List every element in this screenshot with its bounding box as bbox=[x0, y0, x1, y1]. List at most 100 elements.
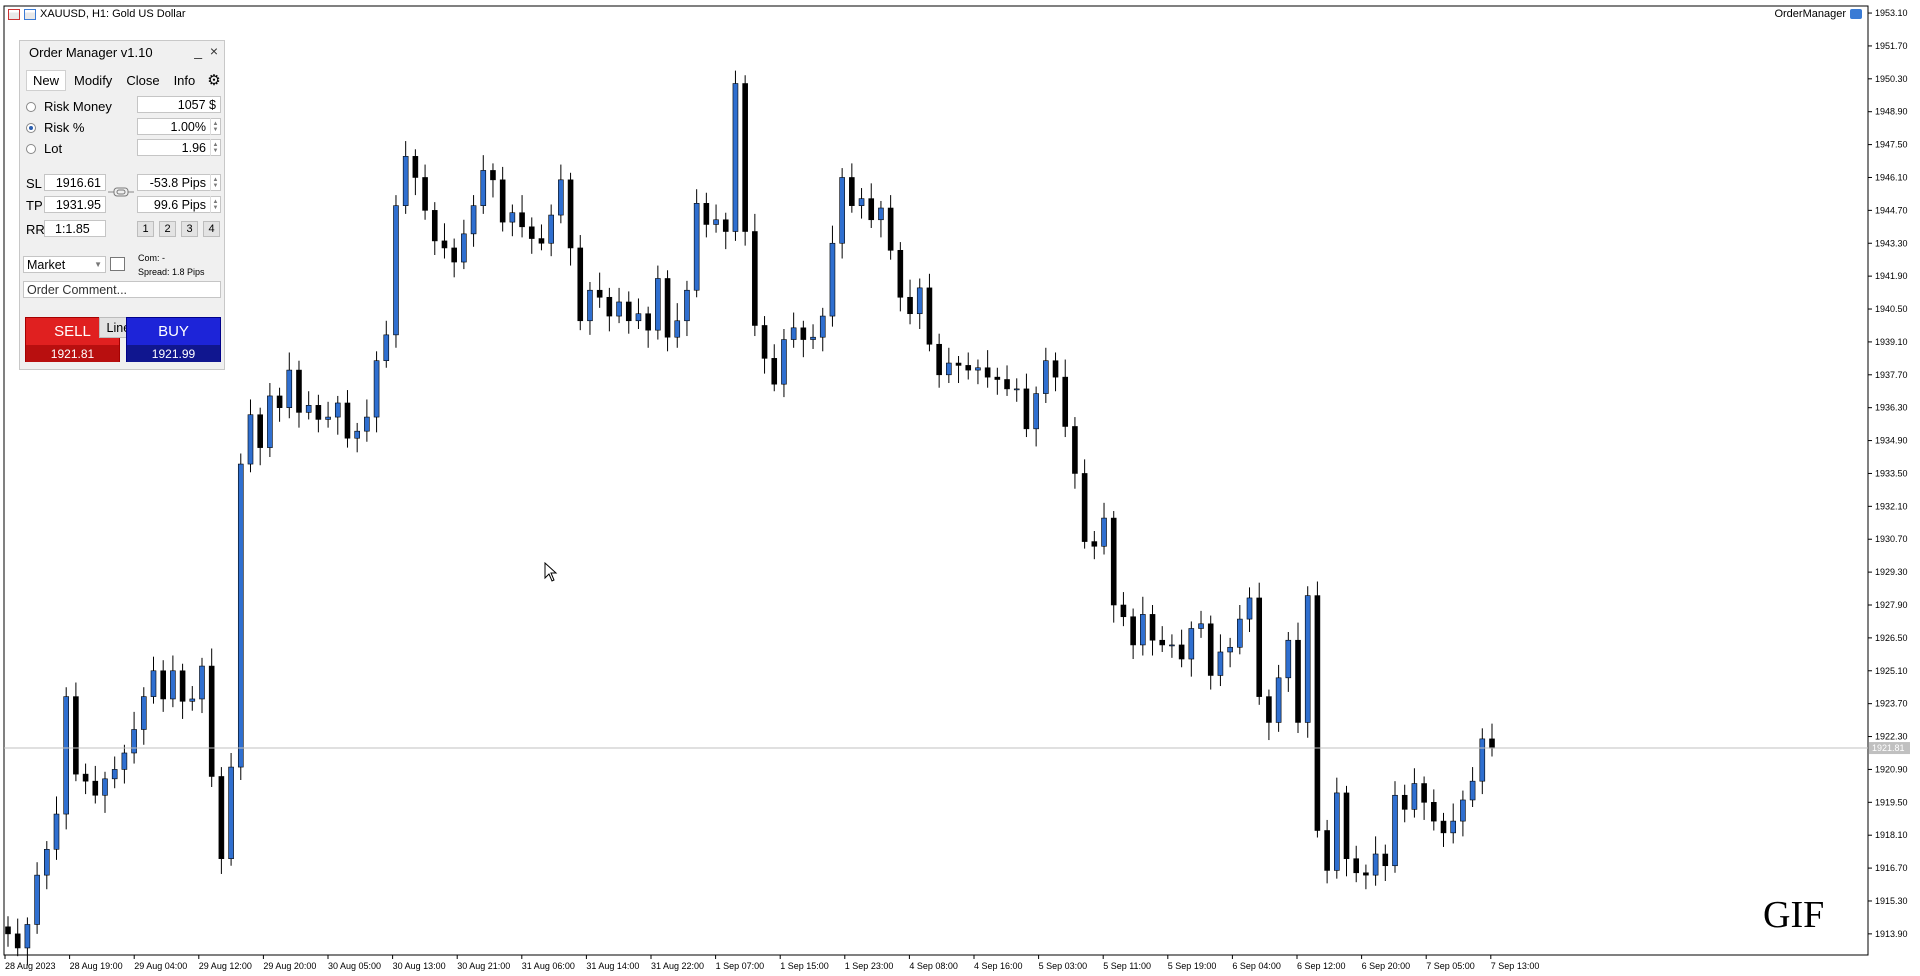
x-tick-label: 6 Sep 12:00 bbox=[1297, 961, 1346, 971]
x-tick-label: 30 Aug 13:00 bbox=[393, 961, 446, 971]
panel-titlebar[interactable]: Order Manager v1.10 _ × bbox=[20, 41, 224, 63]
candle-body bbox=[897, 249, 904, 298]
rr-button-3[interactable]: 3 bbox=[181, 221, 198, 237]
chart-window-icon bbox=[8, 8, 20, 20]
candle-body bbox=[1227, 646, 1233, 653]
tab-modify[interactable]: Modify bbox=[68, 71, 118, 90]
lot-option[interactable]: Lot bbox=[26, 141, 62, 156]
x-tick-label: 7 Sep 13:00 bbox=[1491, 961, 1540, 971]
rr-button-2[interactable]: 2 bbox=[159, 221, 176, 237]
tab-info[interactable]: Info bbox=[168, 71, 202, 90]
candle-body bbox=[451, 247, 457, 263]
tp-spinner[interactable]: ▲ ▼ bbox=[210, 196, 220, 213]
y-tick-label: 1953.10 bbox=[1875, 8, 1908, 18]
gear-icon[interactable]: ⚙ bbox=[207, 71, 220, 89]
y-tick-label: 1947.50 bbox=[1875, 140, 1908, 150]
candle-body bbox=[819, 315, 826, 338]
x-tick-label: 4 Sep 08:00 bbox=[909, 961, 958, 971]
y-tick-label: 1922.30 bbox=[1875, 732, 1908, 742]
link-icon[interactable] bbox=[108, 181, 134, 203]
order-type-select[interactable]: Market ▼ bbox=[23, 256, 106, 273]
minimize-button[interactable]: _ bbox=[194, 43, 202, 59]
candle-body bbox=[1295, 639, 1301, 723]
y-tick-label: 1929.30 bbox=[1875, 567, 1908, 577]
candle-body bbox=[1188, 628, 1195, 660]
panel-tabs: New Modify Close Info ⚙ bbox=[26, 69, 224, 91]
x-tick-label: 31 Aug 14:00 bbox=[586, 961, 639, 971]
candle-body bbox=[140, 696, 147, 730]
candle-body bbox=[519, 212, 525, 228]
price-chart[interactable]: 1953.10 1951.70 1950.30 1948.90 1947.50 1946.… bbox=[0, 0, 1920, 976]
candle-body bbox=[334, 402, 341, 418]
order-manager-panel[interactable]: Order Manager v1.10 _ × New Modify Close… bbox=[19, 40, 225, 370]
candle-body bbox=[364, 416, 370, 432]
candle-body bbox=[994, 376, 1001, 380]
rr-button-4[interactable]: 4 bbox=[203, 221, 220, 237]
buy-button[interactable]: BUY 1921.99 bbox=[126, 317, 221, 362]
y-tick-label: 1951.70 bbox=[1875, 41, 1908, 51]
order-comment-input[interactable]: Order Comment... bbox=[23, 281, 221, 298]
lot-radio[interactable] bbox=[26, 143, 36, 154]
risk-percent-radio[interactable] bbox=[26, 122, 36, 133]
y-tick-label: 1916.70 bbox=[1875, 863, 1908, 873]
y-tick-label: 1919.50 bbox=[1875, 797, 1908, 807]
spread-text: Spread: 1.8 Pips bbox=[138, 267, 205, 277]
close-icon[interactable]: × bbox=[210, 43, 218, 59]
candle-body bbox=[325, 416, 331, 420]
risk-money-input[interactable]: 1057 $ bbox=[137, 96, 221, 113]
candle-body bbox=[1353, 858, 1360, 874]
risk-percent-option[interactable]: Risk % bbox=[26, 120, 84, 135]
expert-label[interactable]: OrderManager bbox=[1774, 8, 1862, 20]
calculator-icon[interactable] bbox=[110, 257, 125, 271]
candle-body bbox=[829, 242, 836, 317]
sl-spinner[interactable]: ▲ ▼ bbox=[210, 174, 220, 191]
risk-money-option[interactable]: Risk Money bbox=[26, 99, 112, 114]
y-tick-label: 1913.90 bbox=[1875, 929, 1908, 939]
lot-spinner[interactable]: ▲ ▼ bbox=[210, 139, 220, 156]
candle-body bbox=[625, 301, 632, 322]
y-tick-label: 1934.90 bbox=[1875, 436, 1908, 446]
chart-header: XAUUSD, H1: Gold US Dollar bbox=[8, 8, 186, 20]
candle-body bbox=[1159, 639, 1166, 646]
tab-new[interactable]: New bbox=[26, 69, 67, 91]
candle-body bbox=[1072, 426, 1078, 474]
risk-percent-input[interactable]: 1.00% ▲ ▼ bbox=[137, 118, 221, 135]
candle-body bbox=[810, 336, 816, 340]
chevron-down-icon: ▼ bbox=[94, 260, 102, 269]
y-tick-label: 1930.70 bbox=[1875, 534, 1908, 544]
rr-button-1[interactable]: 1 bbox=[137, 221, 154, 237]
candle-body bbox=[1130, 616, 1136, 646]
sl-price-input[interactable]: 1916.61 bbox=[44, 174, 106, 191]
risk-money-radio[interactable] bbox=[26, 101, 36, 112]
candle-body bbox=[431, 210, 438, 242]
candle-body bbox=[1469, 780, 1476, 801]
candle-body bbox=[1440, 820, 1447, 834]
chart-window[interactable]: 1953.10 1951.70 1950.30 1948.90 1947.50 1946.… bbox=[0, 0, 1920, 976]
x-tick-label: 1 Sep 07:00 bbox=[716, 961, 765, 971]
lot-input[interactable]: 1.96 ▲ ▼ bbox=[137, 139, 221, 156]
candle-body bbox=[887, 207, 894, 251]
candle-body bbox=[965, 365, 972, 371]
tp-price-input[interactable]: 1931.95 bbox=[44, 196, 106, 213]
candle-body bbox=[247, 414, 254, 465]
candle-body bbox=[790, 327, 797, 340]
candle-body bbox=[422, 177, 428, 211]
tab-close[interactable]: Close bbox=[120, 71, 165, 90]
candle-body bbox=[1140, 614, 1146, 646]
candle-body bbox=[858, 198, 865, 206]
tp-pips-input[interactable]: 99.6 Pips ▲ ▼ bbox=[137, 196, 221, 213]
y-tick-label: 1948.90 bbox=[1875, 107, 1908, 117]
y-tick-label: 1920.90 bbox=[1875, 764, 1908, 774]
candle-body bbox=[34, 874, 40, 925]
candle-body bbox=[354, 430, 360, 439]
candle-body bbox=[655, 278, 661, 331]
candle-body bbox=[587, 289, 593, 322]
candle-body bbox=[1110, 517, 1117, 606]
candle-body bbox=[1304, 595, 1311, 723]
sl-pips-input[interactable]: -53.8 Pips ▲ ▼ bbox=[137, 174, 221, 191]
rr-value: 1:1.85 bbox=[44, 220, 106, 237]
bid-price-label: 1921.81 bbox=[1872, 743, 1905, 753]
y-tick-label: 1941.90 bbox=[1875, 271, 1908, 281]
risk-percent-spinner[interactable]: ▲ ▼ bbox=[210, 118, 220, 135]
candle-body bbox=[1207, 623, 1214, 676]
